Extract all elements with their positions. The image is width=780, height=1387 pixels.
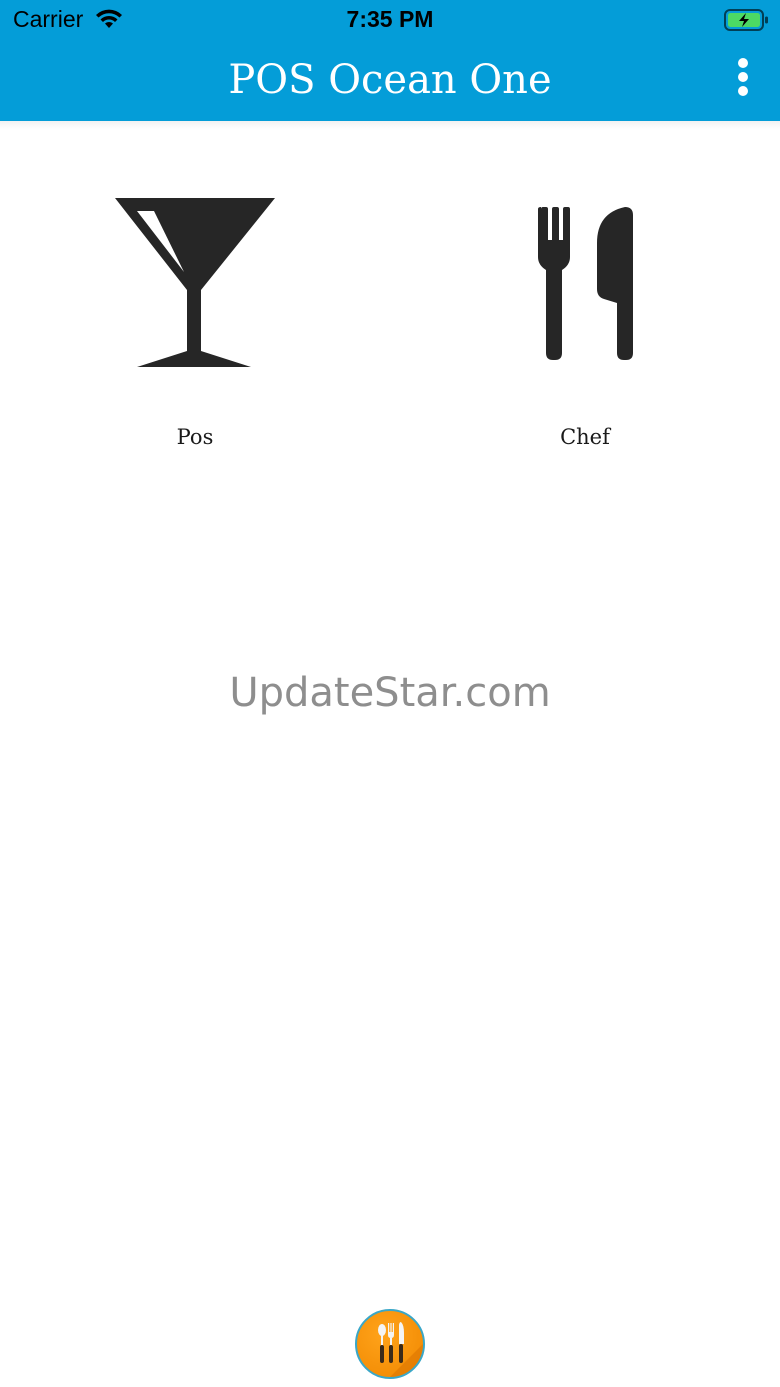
- utensils-icon: [378, 1322, 423, 1377]
- utensils-fab-button[interactable]: [355, 1309, 425, 1379]
- app-screen: Carrier 7:35 PM POS Ocean One Pos Chef U…: [0, 0, 780, 1387]
- more-vertical-icon-dot: [738, 72, 748, 82]
- watermark-text: UpdateStar.com: [229, 670, 551, 716]
- more-options-button[interactable]: [726, 56, 760, 98]
- status-time: 7:35 PM: [346, 6, 434, 32]
- tile-chef-label: Chef: [560, 425, 610, 449]
- fork-knife-icon: [538, 207, 633, 360]
- tile-pos-label: Pos: [176, 425, 214, 449]
- cocktail-glass-icon: [115, 198, 275, 367]
- more-vertical-icon-dot: [738, 86, 748, 96]
- battery-charging-icon: [724, 9, 768, 31]
- status-bar: Carrier 7:35 PM: [0, 0, 780, 42]
- app-title: POS Ocean One: [228, 57, 552, 103]
- tile-chef[interactable]: Chef: [465, 185, 705, 485]
- app-header: Carrier 7:35 PM POS Ocean One: [0, 0, 780, 121]
- header-shadow: [0, 121, 780, 129]
- tile-pos[interactable]: Pos: [75, 185, 315, 485]
- more-vertical-icon: [738, 58, 748, 68]
